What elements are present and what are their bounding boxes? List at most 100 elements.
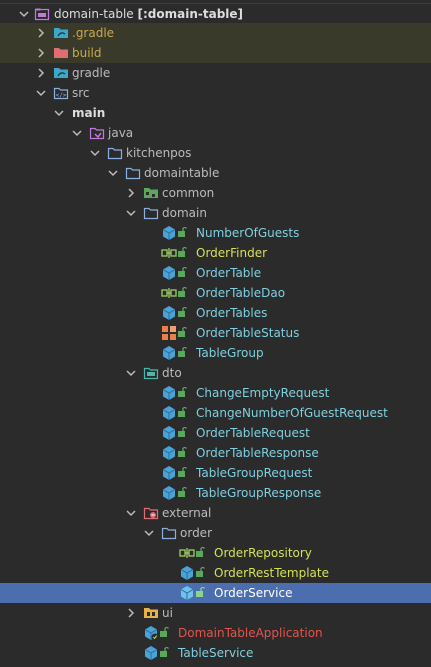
- class-icon: [143, 645, 159, 661]
- chevron-down-icon[interactable]: [16, 4, 32, 24]
- tree-item-table-group[interactable]: TableGroup: [0, 343, 431, 363]
- tree-item-src[interactable]: </> src: [0, 83, 431, 103]
- package-folder-icon: [161, 525, 177, 541]
- package-folder-icon: [107, 145, 123, 161]
- lock-open-icon: [177, 245, 193, 261]
- tree-item-domain-table-application[interactable]: DomainTableApplication: [0, 623, 431, 643]
- lock-open-icon: [195, 585, 211, 601]
- chevron-down-icon[interactable]: [123, 503, 139, 523]
- package-folder-icon: [143, 205, 159, 221]
- tree-item-label: main: [72, 106, 106, 120]
- tree-item-domaintable[interactable]: domaintable: [0, 163, 431, 183]
- tree-item-label: OrderTableRequest: [196, 426, 310, 440]
- tree-item-order[interactable]: order: [0, 523, 431, 543]
- tree-item-external[interactable]: external: [0, 503, 431, 523]
- enum-icon: [161, 325, 177, 341]
- tree-item-ui[interactable]: ui: [0, 603, 431, 623]
- tree-item-kitchenpos[interactable]: kitchenpos: [0, 143, 431, 163]
- tree-item-label: ui: [162, 606, 173, 620]
- tree-item-label: .gradle: [72, 26, 115, 40]
- chevron-down-icon[interactable]: [69, 123, 85, 143]
- class-icon: [161, 465, 177, 481]
- gradle-folder-icon: [53, 25, 69, 41]
- tree-item-order-tables[interactable]: OrderTables: [0, 303, 431, 323]
- chevron-right-icon[interactable]: [33, 43, 49, 63]
- tree-item-label: ChangeEmptyRequest: [196, 386, 330, 400]
- tree-item-java[interactable]: java: [0, 123, 431, 143]
- class-icon: [161, 385, 177, 401]
- tree-item-order-table-request[interactable]: OrderTableRequest: [0, 423, 431, 443]
- class-icon: [161, 265, 177, 281]
- tree-item-build[interactable]: build: [0, 43, 431, 63]
- tree-item-label: common: [162, 186, 215, 200]
- tree-item-main[interactable]: main: [0, 103, 431, 123]
- class-icon: [161, 485, 177, 501]
- tree-item-label: OrderService: [214, 586, 293, 600]
- tree-item-label: OrderRepository: [214, 546, 312, 560]
- tree-item-label: external: [162, 506, 212, 520]
- class-icon: [179, 565, 195, 581]
- chevron-right-icon[interactable]: [33, 63, 49, 83]
- chevron-down-icon[interactable]: [51, 103, 67, 123]
- tree-item-change-number-of-guest-request[interactable]: ChangeNumberOfGuestRequest: [0, 403, 431, 423]
- lock-open-icon: [177, 385, 193, 401]
- tree-item-gradle[interactable]: gradle: [0, 63, 431, 83]
- chevron-down-icon[interactable]: [123, 203, 139, 223]
- tree-item-label: gradle: [72, 66, 111, 80]
- tree-item-table-group-request[interactable]: TableGroupRequest: [0, 463, 431, 483]
- tree-item-label: TableService: [178, 646, 254, 660]
- chevron-down-icon[interactable]: [33, 83, 49, 103]
- tree-item-label: src: [72, 86, 90, 100]
- tree-item-domain-table[interactable]: domain-table [:domain-table]: [0, 3, 431, 23]
- tree-item-table-group-response[interactable]: TableGroupResponse: [0, 483, 431, 503]
- tree-item-order-table[interactable]: OrderTable: [0, 263, 431, 283]
- tree-item-order-table-status[interactable]: OrderTableStatus: [0, 323, 431, 343]
- lock-open-icon: [177, 305, 193, 321]
- tree-item-label: kitchenpos: [126, 146, 192, 160]
- tree-item-domain[interactable]: domain: [0, 203, 431, 223]
- tree-item-order-finder[interactable]: OrderFinder: [0, 243, 431, 263]
- lock-open-icon: [177, 285, 193, 301]
- tree-item-change-empty-request[interactable]: ChangeEmptyRequest: [0, 383, 431, 403]
- tree-item-label: OrderRestTemplate: [214, 566, 329, 580]
- package-folder-icon: [125, 165, 141, 181]
- chevron-down-icon[interactable]: [105, 163, 121, 183]
- tree-item-order-table-dao[interactable]: OrderTableDao: [0, 283, 431, 303]
- chevron-right-icon[interactable]: [33, 23, 49, 43]
- tree-item-common[interactable]: common: [0, 183, 431, 203]
- tree-item-order-service[interactable]: OrderService: [0, 583, 431, 603]
- tree-item-number-of-guests[interactable]: NumberOfGuests: [0, 223, 431, 243]
- external-folder-icon: [143, 505, 159, 521]
- class-icon: [161, 345, 177, 361]
- excluded-folder-icon: [53, 45, 69, 61]
- chevron-down-icon[interactable]: [141, 523, 157, 543]
- spring-boot-class-icon: [143, 625, 159, 641]
- tree-item-label: domaintable: [144, 166, 220, 180]
- tree-item-order-rest-template[interactable]: OrderRestTemplate: [0, 563, 431, 583]
- tree-item-label: domain: [162, 206, 207, 220]
- tree-item-label: build: [72, 46, 102, 60]
- lock-open-icon: [159, 625, 175, 641]
- tree-item-order-table-response[interactable]: OrderTableResponse: [0, 443, 431, 463]
- chevron-right-icon[interactable]: [123, 183, 139, 203]
- module-folder-icon: [34, 6, 50, 22]
- lock-open-icon: [177, 225, 193, 241]
- tree-item-gradle-hidden[interactable]: .gradle: [0, 23, 431, 43]
- chevron-right-icon[interactable]: [123, 603, 139, 623]
- tree-item-label: OrderFinder: [196, 246, 268, 260]
- chevron-down-icon[interactable]: [87, 143, 103, 163]
- tree-item-dto[interactable]: dto: [0, 363, 431, 383]
- gradle-folder-icon: [53, 65, 69, 81]
- chevron-down-icon[interactable]: [123, 363, 139, 383]
- tree-item-label: order: [180, 526, 212, 540]
- lock-open-icon: [177, 345, 193, 361]
- tree-item-label: TableGroupRequest: [196, 466, 313, 480]
- tree-item-label: DomainTableApplication: [178, 626, 323, 640]
- project-tree: domain-table [:domain-table] .gradle bui…: [0, 0, 431, 667]
- class-icon: [179, 585, 195, 601]
- lock-open-icon: [159, 645, 175, 661]
- tree-item-table-service[interactable]: TableService: [0, 643, 431, 663]
- tree-item-order-repository[interactable]: OrderRepository: [0, 543, 431, 563]
- tree-item-label: TableGroup: [196, 346, 264, 360]
- tree-item-label: ChangeNumberOfGuestRequest: [196, 406, 388, 420]
